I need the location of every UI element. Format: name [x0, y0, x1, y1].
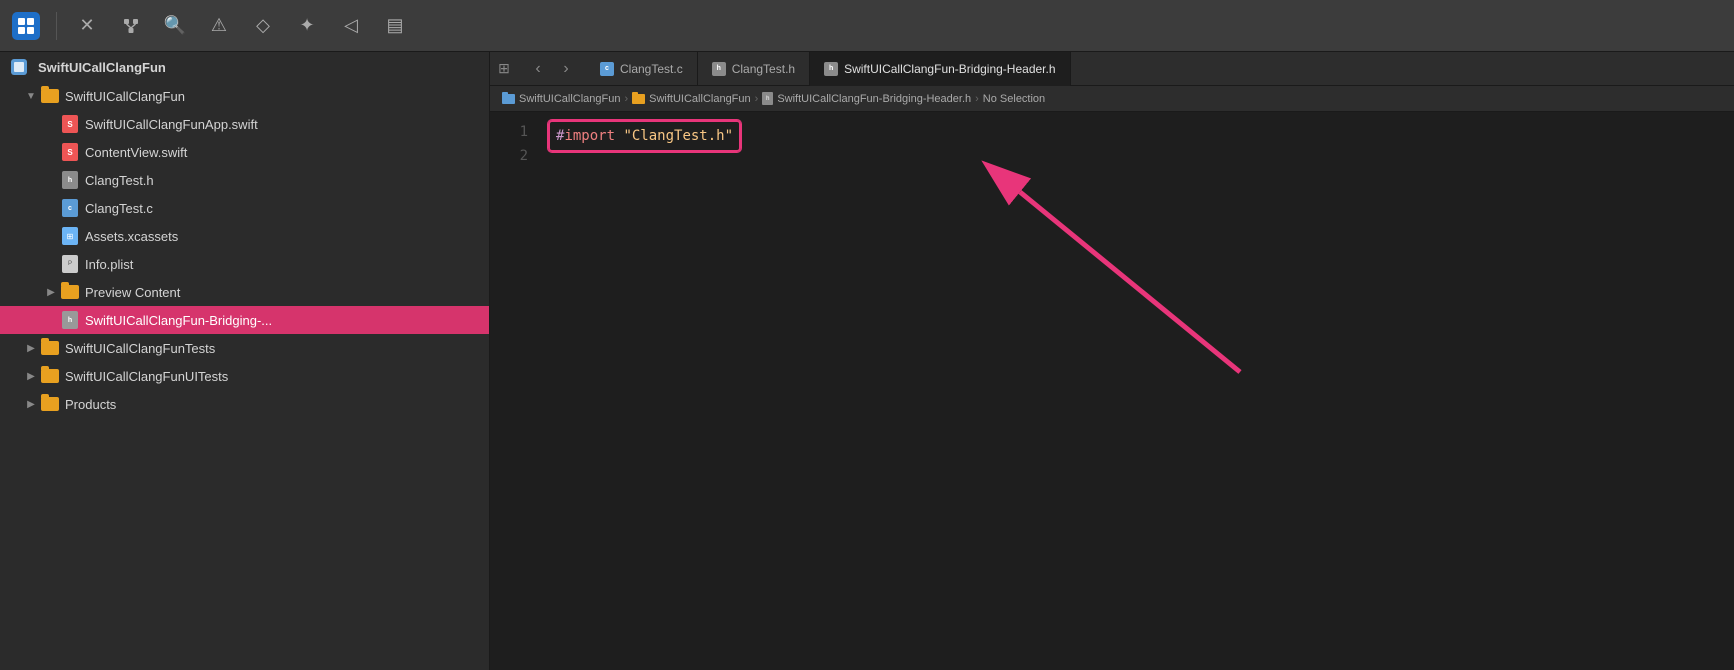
root-project-label: SwiftUICallClangFun	[38, 60, 166, 75]
breadcrumb-folder-icon	[632, 94, 645, 104]
line-numbers: 1 2	[490, 120, 540, 670]
breadcrumb-no-selection: No Selection	[983, 93, 1045, 105]
chevron-right-icon: ▶	[24, 397, 38, 411]
tab-clangtest-h[interactable]: h ClangTest.h	[698, 52, 810, 86]
file-label: ContentView.swift	[85, 145, 187, 160]
grid-icon[interactable]	[12, 12, 40, 40]
tab-grid-button[interactable]: ⊞	[490, 55, 518, 83]
breadcrumb-label: SwiftUICallClangFun-Bridging-Header.h	[777, 93, 971, 105]
import-string: "ClangTest.h"	[623, 128, 733, 144]
sidebar: SwiftUICallClangFun ▼ SwiftUICallClangFu…	[0, 52, 490, 670]
folder-label: SwiftUICallClangFunUITests	[65, 369, 228, 384]
line-number: 2	[502, 144, 528, 168]
sidebar-item-tests-folder[interactable]: ▶ SwiftUICallClangFunTests	[0, 334, 489, 362]
breakpoint-icon[interactable]: ◇	[249, 12, 277, 40]
tab-bridging-header[interactable]: h SwiftUICallClangFun-Bridging-Header.h	[810, 52, 1070, 86]
warning-icon[interactable]: ⚠	[205, 12, 233, 40]
sidebar-item-clangtest-h[interactable]: ▶ h ClangTest.h	[0, 166, 489, 194]
breadcrumb-separator3: ›	[975, 93, 979, 105]
tab-clangtest-c[interactable]: c ClangTest.c	[586, 52, 698, 86]
project-icon	[8, 56, 30, 78]
tab-nav: ‹ ›	[518, 57, 586, 81]
close-icon[interactable]: ✕	[73, 12, 101, 40]
chevron-down-icon: ▼	[24, 89, 38, 103]
sidebar-item-info-plist[interactable]: ▶ P Info.plist	[0, 250, 489, 278]
breadcrumb-folder[interactable]: SwiftUICallClangFun	[632, 93, 750, 105]
folder-label: SwiftUICallClangFun	[65, 89, 185, 104]
file-label: SwiftUICallClangFunApp.swift	[85, 117, 258, 132]
tab-file-icon-h2: h	[824, 62, 838, 76]
editor-wrapper: 1 2 #import "ClangTest.h"	[490, 112, 1734, 670]
tab-list: c ClangTest.c h ClangTest.h h SwiftUICal…	[586, 52, 1734, 86]
code-line-2	[548, 152, 1726, 176]
line-number: 1	[502, 120, 528, 144]
sidebar-item-contentview-swift[interactable]: ▶ S ContentView.swift	[0, 138, 489, 166]
list-icon[interactable]: ▤	[381, 12, 409, 40]
tab-back-button[interactable]: ‹	[526, 57, 550, 81]
tab-file-icon-h: h	[712, 62, 726, 76]
folder-label: Products	[65, 397, 116, 412]
toolbar-separator	[56, 12, 57, 40]
sidebar-item-uitests-folder[interactable]: ▶ SwiftUICallClangFunUITests	[0, 362, 489, 390]
breadcrumb-label: SwiftUICallClangFun	[519, 93, 620, 105]
sidebar-item-bridging-header[interactable]: ▶ h SwiftUICallClangFun-Bridging-...	[0, 306, 489, 334]
folder-label: Preview Content	[85, 285, 180, 300]
breadcrumb-separator: ›	[624, 93, 628, 105]
chevron-right-icon: ▶	[24, 341, 38, 355]
hierarchy-icon[interactable]	[117, 12, 145, 40]
stamp-icon[interactable]: ✦	[293, 12, 321, 40]
editor-area: ⊞ ‹ › c ClangTest.c h ClangTest.h h Swif…	[490, 52, 1734, 670]
sidebar-item-preview-content[interactable]: ▶ Preview Content	[0, 278, 489, 306]
main-area: SwiftUICallClangFun ▼ SwiftUICallClangFu…	[0, 52, 1734, 670]
chevron-right-icon: ▶	[44, 285, 58, 299]
sidebar-item-assets[interactable]: ▶ ⊞ Assets.xcassets	[0, 222, 489, 250]
breadcrumb-project[interactable]: SwiftUICallClangFun	[502, 93, 620, 105]
code-area[interactable]: #import "ClangTest.h"	[540, 120, 1734, 670]
code-line-1: #import "ClangTest.h"	[548, 120, 1726, 152]
tab-file-icon-c: c	[600, 62, 614, 76]
import-keyword: import	[564, 128, 615, 144]
editor-content[interactable]: 1 2 #import "ClangTest.h"	[490, 112, 1734, 670]
tab-bar: ⊞ ‹ › c ClangTest.c h ClangTest.h h Swif…	[490, 52, 1734, 86]
sidebar-item-clangtest-c[interactable]: ▶ c ClangTest.c	[0, 194, 489, 222]
tab-forward-button[interactable]: ›	[554, 57, 578, 81]
breadcrumb-selection[interactable]: No Selection	[983, 93, 1045, 105]
sidebar-item-root-project[interactable]: SwiftUICallClangFun	[0, 52, 489, 82]
breadcrumb-file-icon: h	[762, 92, 773, 105]
file-label: ClangTest.c	[85, 201, 153, 216]
tag-icon[interactable]: ◁	[337, 12, 365, 40]
sidebar-item-products-folder[interactable]: ▶ Products	[0, 390, 489, 418]
breadcrumb-separator2: ›	[755, 93, 759, 105]
sidebar-item-app-swift[interactable]: ▶ S SwiftUICallClangFunApp.swift	[0, 110, 489, 138]
breadcrumb-file[interactable]: h SwiftUICallClangFun-Bridging-Header.h	[762, 92, 971, 105]
import-highlight-box: #import "ClangTest.h"	[548, 120, 741, 152]
file-label: Assets.xcassets	[85, 229, 178, 244]
breadcrumb-label: SwiftUICallClangFun	[649, 93, 750, 105]
chevron-right-icon: ▶	[24, 369, 38, 383]
file-label: ClangTest.h	[85, 173, 154, 188]
toolbar: ✕ 🔍 ⚠ ◇ ✦ ◁ ▤	[0, 0, 1734, 52]
file-label: Info.plist	[85, 257, 133, 272]
folder-label: SwiftUICallClangFunTests	[65, 341, 215, 356]
breadcrumb: SwiftUICallClangFun › SwiftUICallClangFu…	[490, 86, 1734, 112]
file-label: SwiftUICallClangFun-Bridging-...	[85, 313, 272, 328]
sidebar-item-main-folder[interactable]: ▼ SwiftUICallClangFun	[0, 82, 489, 110]
breadcrumb-project-icon	[502, 94, 515, 104]
search-icon[interactable]: 🔍	[161, 12, 189, 40]
